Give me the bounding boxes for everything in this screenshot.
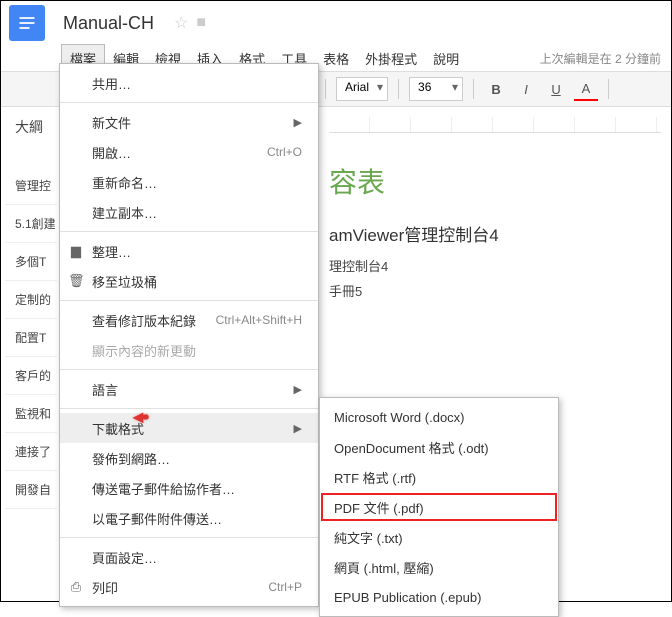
download-pdf[interactable]: PDF 文件 (.pdf) xyxy=(320,492,558,522)
italic-button[interactable]: I xyxy=(514,77,538,101)
text-color-button[interactable]: A xyxy=(574,77,598,101)
menu-trash[interactable]: 🗑移至垃圾桶 xyxy=(60,266,318,296)
doc-subheading: amViewer管理控制台4 xyxy=(329,221,661,246)
menu-organize[interactable]: ▆整理… xyxy=(60,236,318,266)
star-icon[interactable]: ☆ xyxy=(174,13,188,33)
underline-button[interactable]: U xyxy=(544,77,568,101)
outline-item[interactable]: 配置T xyxy=(5,319,57,357)
menu-share[interactable]: 共用… xyxy=(60,68,318,98)
download-submenu: Microsoft Word (.docx) OpenDocument 格式 (… xyxy=(319,397,559,617)
doc-text: 理控制台4 xyxy=(329,256,661,275)
outline-item[interactable]: 5.1創建 xyxy=(5,205,57,243)
download-rtf[interactable]: RTF 格式 (.rtf) xyxy=(320,462,558,492)
menu-new[interactable]: 新文件▶ xyxy=(60,107,318,137)
download-odt[interactable]: OpenDocument 格式 (.odt) xyxy=(320,432,558,462)
menu-publish[interactable]: 發佈到網路… xyxy=(60,443,318,473)
menu-open[interactable]: 開啟…Ctrl+O xyxy=(60,137,318,167)
outline-item[interactable]: 多個T xyxy=(5,243,57,281)
font-size-select[interactable]: 36 xyxy=(409,77,463,101)
menu-download-as[interactable]: 下載格式▶ xyxy=(60,413,318,443)
doc-text: 手冊5 xyxy=(329,281,661,300)
document-canvas[interactable]: 容表 amViewer管理控制台4 理控制台4 手冊5 xyxy=(319,107,671,316)
download-docx[interactable]: Microsoft Word (.docx) xyxy=(320,402,558,432)
menu-print[interactable]: ⎙列印Ctrl+P xyxy=(60,572,318,602)
menu-revision-history[interactable]: 查看修訂版本紀錄Ctrl+Alt+Shift+H xyxy=(60,305,318,335)
download-epub[interactable]: EPUB Publication (.epub) xyxy=(320,582,558,612)
menu-addons[interactable]: 外掛程式 xyxy=(357,45,425,72)
ruler[interactable] xyxy=(329,117,661,133)
annotation-arrow-icon: ◄•• xyxy=(129,407,144,428)
menu-help[interactable]: 說明 xyxy=(425,45,467,72)
menu-show-updates: 顯示內容的新更動 xyxy=(60,335,318,365)
chevron-right-icon: ▶ xyxy=(294,422,302,435)
docs-app-icon[interactable] xyxy=(9,5,45,41)
outline-item[interactable]: 定制的 xyxy=(5,281,57,319)
file-menu-dropdown: 共用… 新文件▶ 開啟…Ctrl+O 重新命名… 建立副本… ▆整理… 🗑移至垃… xyxy=(59,63,319,607)
menu-language[interactable]: 語言▶ xyxy=(60,374,318,404)
outline-item[interactable]: 管理控 xyxy=(5,167,57,205)
print-icon: ⎙ xyxy=(68,579,84,595)
menu-table[interactable]: 表格 xyxy=(315,45,357,72)
folder-icon: ▆ xyxy=(68,243,84,259)
outline-item[interactable]: 客戶的 xyxy=(5,357,57,395)
download-html[interactable]: 網頁 (.html, 壓縮) xyxy=(320,552,558,582)
trash-icon: 🗑 xyxy=(68,273,84,289)
outline-item[interactable]: 連接了 xyxy=(5,433,57,471)
outline-pane: 大綱 管理控 5.1創建 多個T 定制的 配置T 客戶的 監視和 連接了 開發自 xyxy=(1,107,61,519)
menu-email-attachment[interactable]: 以電子郵件附件傳送… xyxy=(60,503,318,533)
font-family-select[interactable]: Arial xyxy=(336,77,388,101)
menu-make-copy[interactable]: 建立副本… xyxy=(60,197,318,227)
doc-heading: 容表 xyxy=(329,161,661,201)
menu-email-collaborators[interactable]: 傳送電子郵件給協作者… xyxy=(60,473,318,503)
chevron-right-icon: ▶ xyxy=(294,383,302,396)
menu-rename[interactable]: 重新命名… xyxy=(60,167,318,197)
folder-icon[interactable]: ■ xyxy=(196,14,206,32)
outline-item[interactable]: 監視和 xyxy=(5,395,57,433)
outline-item[interactable]: 開發自 xyxy=(5,471,57,509)
menu-page-setup[interactable]: 頁面設定… xyxy=(60,542,318,572)
document-title[interactable]: Manual-CH xyxy=(63,13,154,34)
outline-title: 大綱 xyxy=(5,117,57,137)
bold-button[interactable]: B xyxy=(484,77,508,101)
last-edit-label: 上次編輯是在 2 分鐘前 xyxy=(540,50,661,67)
download-txt[interactable]: 純文字 (.txt) xyxy=(320,522,558,552)
chevron-right-icon: ▶ xyxy=(294,116,302,129)
